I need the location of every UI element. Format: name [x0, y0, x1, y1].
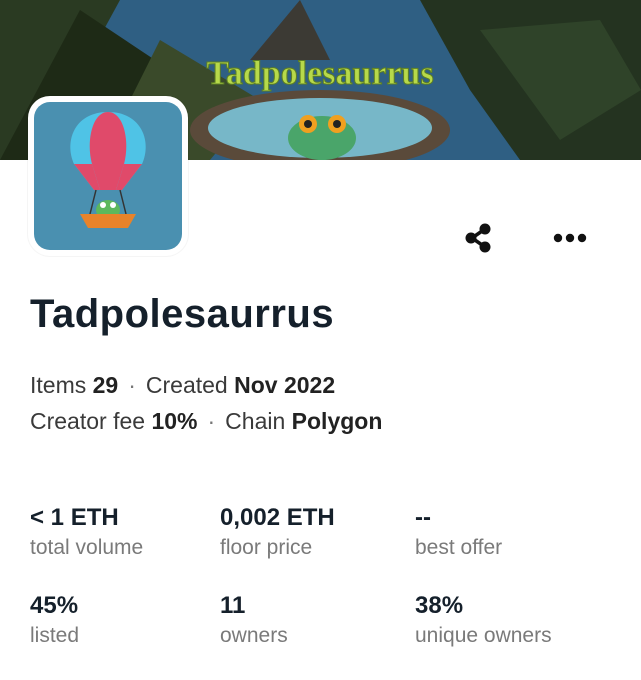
- items-label: Items: [30, 372, 87, 398]
- items-value: 29: [92, 372, 119, 398]
- more-horizontal-icon: [553, 233, 587, 243]
- stat-floor-price: 0,002 ETH floor price: [220, 504, 335, 560]
- chain-label: Chain: [225, 408, 286, 434]
- stat-value: --: [415, 504, 431, 531]
- meta-separator: ·: [128, 372, 136, 398]
- stat-value: < 1 ETH: [30, 504, 119, 531]
- collection-meta-line-2: Creator fee 10% · Chain Polygon: [30, 408, 382, 435]
- stat-total-volume: < 1 ETH total volume: [30, 504, 143, 560]
- creator-fee-label: Creator fee: [30, 408, 146, 434]
- stat-value: 38%: [415, 592, 464, 619]
- stat-value: 11: [220, 592, 246, 619]
- stat-listed: 45% listed: [30, 592, 79, 648]
- avatar-image: [34, 102, 182, 250]
- collection-meta-line-1: Items 29 · Created Nov 2022: [30, 372, 335, 399]
- stat-label: floor price: [220, 536, 313, 559]
- share-icon: [465, 223, 491, 253]
- stat-label: listed: [30, 624, 80, 647]
- meta-separator: ·: [207, 408, 216, 434]
- created-value: Nov 2022: [234, 372, 336, 398]
- creator-fee-value: 10%: [151, 408, 198, 434]
- collection-title: Tadpolesaurrus: [30, 292, 335, 336]
- stat-value: 45%: [30, 592, 79, 619]
- stat-label: unique owners: [415, 624, 552, 647]
- collection-avatar: [28, 96, 188, 256]
- stat-best-offer: -- best offer: [415, 504, 502, 560]
- chain-value: Polygon: [291, 408, 383, 434]
- stat-owners: 11 owners: [220, 592, 288, 648]
- more-options-button[interactable]: [548, 216, 592, 260]
- stat-label: owners: [220, 624, 288, 647]
- banner-title: Tadpolesaurrus: [206, 55, 433, 92]
- created-label: Created: [145, 372, 228, 398]
- stat-label: total volume: [30, 536, 144, 559]
- stat-value: 0,002 ETH: [220, 504, 335, 531]
- stat-unique-owners: 38% unique owners: [415, 592, 552, 648]
- stat-label: best offer: [415, 536, 503, 559]
- share-button[interactable]: [456, 216, 500, 260]
